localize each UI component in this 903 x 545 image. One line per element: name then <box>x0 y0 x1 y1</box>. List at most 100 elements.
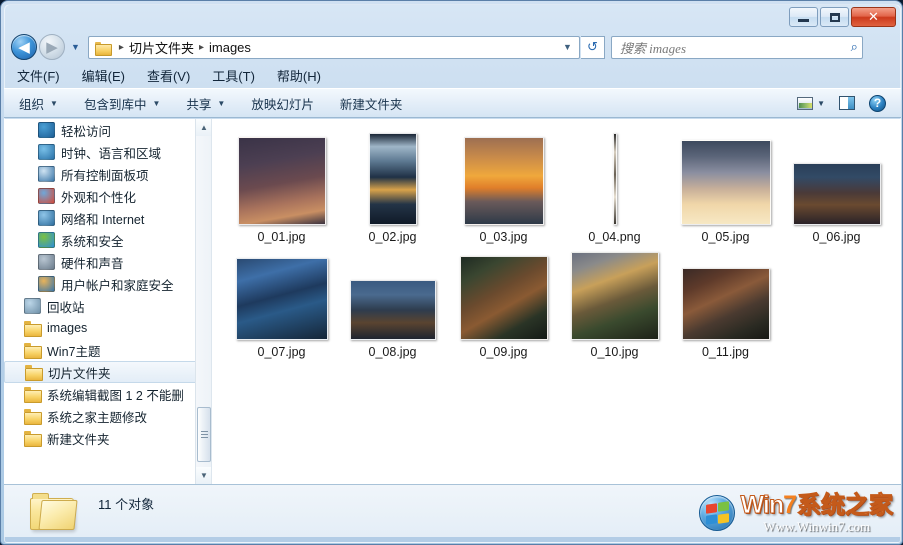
maximize-button[interactable] <box>820 7 849 27</box>
thumbnail-wrap <box>680 129 771 227</box>
network-icon <box>38 210 55 226</box>
sidebar-item-6[interactable]: 硬件和声音 <box>4 251 211 273</box>
window-controls: ✕ <box>789 7 896 27</box>
menu-item-file[interactable]: 文件(F) <box>17 64 70 87</box>
file-thumbnail <box>237 137 326 225</box>
preview-pane-button[interactable] <box>834 93 860 113</box>
search-box[interactable]: 搜索 images ⌕ <box>610 35 863 59</box>
system-security-icon <box>38 232 55 248</box>
organize-button[interactable]: 组织 ▼ <box>8 89 69 118</box>
file-item[interactable]: 0_08.jpg <box>337 244 448 359</box>
sidebar-item-10[interactable]: Win7主题 <box>4 339 211 361</box>
chevron-down-icon[interactable]: ▼ <box>563 42 575 52</box>
file-item[interactable]: 0_11.jpg <box>670 244 781 359</box>
menu-item-tools[interactable]: 工具(T) <box>212 64 265 87</box>
sidebar-item-5[interactable]: 系统和安全 <box>4 229 211 251</box>
sidebar-item-1[interactable]: 时钟、语言和区域 <box>4 141 211 163</box>
menu-bar: 文件(F) 编辑(E) 查看(V) 工具(T) 帮助(H) <box>1 63 902 88</box>
scroll-up-icon[interactable]: ▲ <box>196 119 211 136</box>
history-dropdown-icon[interactable]: ▼ <box>71 42 80 52</box>
explorer-window: ✕ ◀ ▶ ▼ ▸ 切片文件夹 ▸ images ▼ ↺ 搜索 images ⌕… <box>0 0 903 545</box>
file-thumbnail <box>681 268 770 340</box>
navigation-scrollbar[interactable]: ▲ ▼ <box>195 119 211 484</box>
clock-blue-icon <box>38 122 55 138</box>
sidebar-item-label: 系统编辑截图 1 2 不能删 <box>47 388 184 403</box>
watermark-brand-win: Win <box>740 491 785 519</box>
sidebar-item-11[interactable]: 切片文件夹 <box>4 361 199 383</box>
search-input[interactable]: 搜索 images <box>620 38 851 57</box>
sidebar-item-8[interactable]: 回收站 <box>4 295 211 317</box>
scrollbar-thumb[interactable] <box>197 407 211 462</box>
menu-item-view[interactable]: 查看(V) <box>147 64 200 87</box>
address-bar: ◀ ▶ ▼ ▸ 切片文件夹 ▸ images ▼ ↺ 搜索 images ⌕ <box>1 31 902 63</box>
sidebar-item-label: 系统和安全 <box>61 234 124 249</box>
watermark-url: Www.Winwin7.com <box>763 519 871 534</box>
file-item[interactable]: 0_02.jpg <box>337 129 448 244</box>
file-item[interactable]: 0_01.jpg <box>226 129 337 244</box>
file-list-view[interactable]: 0_01.jpg 0_02.jpg 0_03.jpg 0_04.png 0_05.jpg… <box>212 119 901 484</box>
menu-item-help[interactable]: 帮助(H) <box>277 64 331 87</box>
sidebar-item-9[interactable]: images <box>4 317 211 339</box>
close-button[interactable]: ✕ <box>851 7 896 27</box>
back-button[interactable]: ◀ <box>11 34 37 60</box>
file-thumbnail <box>463 137 544 225</box>
sidebar-item-4[interactable]: 网络和 Internet <box>4 207 211 229</box>
minimize-button[interactable] <box>789 7 818 27</box>
breadcrumb-item-0[interactable]: 切片文件夹 <box>129 38 194 57</box>
file-name-label: 0_01.jpg <box>257 230 306 244</box>
folder-icon <box>94 41 112 56</box>
menu-item-edit[interactable]: 编辑(E) <box>82 64 135 87</box>
sidebar-item-label: 网络和 Internet <box>61 212 145 227</box>
share-button[interactable]: 共享 ▼ <box>175 89 236 118</box>
file-name-label: 0_05.jpg <box>701 230 750 244</box>
include-in-library-button[interactable]: 包含到库中 ▼ <box>73 89 171 118</box>
sidebar-item-14[interactable]: 新建文件夹 <box>4 427 211 449</box>
hardware-sound-icon <box>38 254 55 270</box>
file-item[interactable]: 0_04.png <box>559 129 670 244</box>
file-item[interactable]: 0_05.jpg <box>670 129 781 244</box>
folder-icon <box>24 431 42 447</box>
preview-pane-icon <box>839 96 855 110</box>
sidebar-item-3[interactable]: 外观和个性化 <box>4 185 211 207</box>
new-folder-button[interactable]: 新建文件夹 <box>329 89 414 118</box>
sidebar-item-label: 新建文件夹 <box>47 432 110 447</box>
refresh-icon[interactable]: ↺ <box>580 35 605 59</box>
sidebar-item-label: 用户帐户和家庭安全 <box>61 278 174 293</box>
sidebar-item-label: 硬件和声音 <box>61 256 124 271</box>
folder-icon <box>24 387 42 403</box>
file-thumbnail <box>459 256 548 340</box>
help-button[interactable]: ? <box>864 92 891 115</box>
forward-button[interactable]: ▶ <box>39 34 65 60</box>
file-thumbnail <box>235 258 328 340</box>
file-item[interactable]: 0_07.jpg <box>226 244 337 359</box>
file-item[interactable]: 0_09.jpg <box>448 244 559 359</box>
sidebar-item-7[interactable]: 用户帐户和家庭安全 <box>4 273 211 295</box>
navigation-pane: 轻松访问时钟、语言和区域 所有控制面板项外观和个性化网络和 Internet 系统和… <box>4 119 212 484</box>
scroll-down-icon[interactable]: ▼ <box>196 467 211 484</box>
file-row: 0_07.jpg 0_08.jpg 0_09.jpg 0_10.jpg 0_11.jpg <box>226 244 901 359</box>
item-count-label: 11 个对象 <box>98 497 155 512</box>
slideshow-label: 放映幻灯片 <box>251 97 314 112</box>
thumbnail-wrap <box>349 244 436 342</box>
file-name-label: 0_10.jpg <box>590 345 639 359</box>
folder-icon <box>24 321 42 337</box>
file-item[interactable]: 0_03.jpg <box>448 129 559 244</box>
folder-icon <box>24 409 42 425</box>
help-icon: ? <box>869 94 886 112</box>
change-view-button[interactable]: ▼ <box>792 94 830 113</box>
breadcrumb-item-1[interactable]: images <box>209 40 251 55</box>
sidebar-item-0[interactable]: 轻松访问 <box>4 119 211 141</box>
file-item[interactable]: 0_10.jpg <box>559 244 670 359</box>
sidebar-item-12[interactable]: 系统编辑截图 1 2 不能删 <box>4 383 211 405</box>
command-toolbar: 组织 ▼ 包含到库中 ▼ 共享 ▼ 放映幻灯片 新建文件夹 ▼ ? <box>4 88 901 118</box>
sidebar-item-2[interactable]: 所有控制面板项 <box>4 163 211 185</box>
breadcrumb[interactable]: ▸ 切片文件夹 ▸ images ▼ <box>87 35 580 59</box>
file-thumbnail <box>612 133 617 225</box>
file-item[interactable]: 0_06.jpg <box>781 129 892 244</box>
sidebar-item-label: 所有控制面板项 <box>61 168 149 183</box>
slideshow-button[interactable]: 放映幻灯片 <box>240 89 325 118</box>
sidebar-item-label: 时钟、语言和区域 <box>61 146 162 161</box>
file-thumbnail <box>349 280 436 340</box>
windows-orb-icon <box>698 495 735 531</box>
sidebar-item-13[interactable]: 系统之家主题修改 <box>4 405 211 427</box>
